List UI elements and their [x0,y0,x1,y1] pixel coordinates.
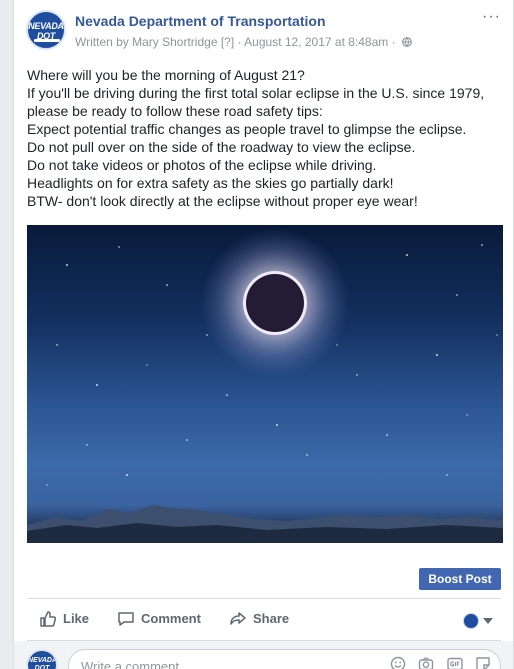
post-text-line: Expect potential traffic changes as peop… [27,121,467,137]
comment-icons [382,655,491,669]
post-text-line: Do not take videos or photos of the ecli… [27,157,377,173]
comment-composer: NEVADA DOT [14,641,513,669]
avatar-logo-text: NEVADA DOT [28,21,64,41]
divider [27,598,501,599]
share-label: Share [253,611,290,626]
post-text-line: Where will you be the morning of August … [27,67,305,83]
post-meta: Written by Mary Shortridge [?] · August … [75,35,412,49]
share-button[interactable]: Share [229,610,289,630]
post-text-line: Do not pull over on the side of the road… [27,139,416,155]
thumbs-up-icon [40,611,57,627]
post-header: NEVADA DOT Nevada Department of Transpor… [14,0,513,60]
commenter-avatar: NEVADA DOT [26,649,58,669]
comment-icon [118,612,134,626]
post-text-line: BTW- don't look directly at the eclipse … [27,193,418,209]
avatar-logo-text: NEVADA DOT [28,657,58,669]
page-name-link[interactable]: Nevada Department of Transportation [75,13,326,29]
post-actions-bar: Like Comment Share [27,604,501,636]
post-meta-text: Written by Mary Shortridge [?] · August … [75,35,396,49]
globe-icon[interactable] [402,36,412,47]
more-options-button[interactable]: ··· [482,9,501,25]
sticker-icon[interactable] [475,656,491,669]
camera-icon[interactable] [418,656,434,669]
chevron-down-icon [483,617,493,624]
post-body-text: Where will you be the morning of August … [27,66,503,210]
eclipse-photo[interactable] [27,225,503,543]
post-card: NEVADA DOT Nevada Department of Transpor… [13,0,514,669]
post-text-line: Headlights on for extra safety as the sk… [27,175,394,191]
post-text-line: If you'll be driving during the first to… [27,85,485,101]
comment-label: Comment [141,611,201,626]
like-button[interactable]: Like [39,610,89,630]
like-label: Like [63,611,90,626]
comment-button[interactable]: Comment [117,610,201,630]
boost-post-button[interactable]: Boost Post [419,568,501,590]
share-icon [230,612,246,625]
page-avatar-small [463,612,479,629]
post-text-line: please be ready to follow these road saf… [27,103,323,119]
gif-icon[interactable] [446,656,463,669]
page-avatar[interactable]: NEVADA DOT [26,10,66,50]
emoji-icon[interactable] [390,656,406,669]
post-as-selector[interactable] [463,612,493,630]
